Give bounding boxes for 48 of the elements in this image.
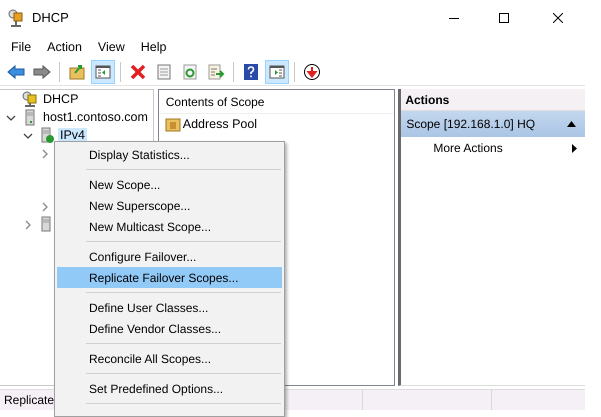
- submenu-arrow-icon: [572, 144, 577, 152]
- menu-item[interactable]: Reconcile All Scopes...: [57, 348, 282, 369]
- menu-item[interactable]: Replicate Failover Scopes...: [57, 267, 282, 288]
- chevron-right-icon[interactable]: [40, 202, 50, 212]
- menu-item[interactable]: Define User Classes...: [57, 297, 282, 318]
- tree-item[interactable]: DHCP: [41, 92, 80, 107]
- toolbar-button[interactable]: [265, 60, 289, 84]
- panel-icon: [94, 62, 112, 80]
- menu-item[interactable]: View: [90, 37, 133, 57]
- export-icon: [207, 62, 225, 80]
- action-link[interactable]: More Actions: [433, 139, 572, 157]
- dhcp-icon: [22, 91, 38, 108]
- delete-icon: [129, 62, 147, 80]
- help-icon: [242, 62, 260, 80]
- maximize-icon: [499, 13, 509, 23]
- toolbar-button[interactable]: [91, 60, 115, 84]
- menu-item[interactable]: New Multicast Scope...: [57, 216, 282, 237]
- menu-item[interactable]: Display Statistics...: [57, 144, 282, 165]
- dhcp-app-icon: [8, 9, 24, 27]
- menu-item[interactable]: File: [3, 37, 40, 57]
- collapse-triangle-icon: [567, 121, 576, 127]
- refresh-icon: [181, 62, 199, 80]
- menu-item[interactable]: Set Predefined Options...: [57, 378, 282, 399]
- close-icon: [553, 13, 563, 23]
- folder-icon: [164, 116, 181, 132]
- download-icon: [303, 62, 321, 80]
- menu-item[interactable]: Configure Failover...: [57, 246, 282, 267]
- forward-arrow-icon: [33, 62, 51, 80]
- actions-section-header[interactable]: Scope [192.168.1.0] HQ: [401, 111, 585, 137]
- window-title: DHCP: [32, 9, 69, 28]
- panel-icon: [268, 62, 286, 80]
- list-item[interactable]: Address Pool: [182, 114, 258, 134]
- tree-item[interactable]: host1.contoso.com: [41, 110, 150, 125]
- chevron-right-icon[interactable]: [40, 148, 50, 158]
- menu-item[interactable]: Action: [39, 37, 90, 57]
- status-text: Replicate: [4, 392, 54, 409]
- actions-title: Actions: [405, 92, 450, 108]
- properties-icon: [155, 62, 173, 80]
- column-header: Contents of Scope: [166, 94, 264, 110]
- menu-item[interactable]: New Superscope...: [57, 195, 282, 216]
- menu-item[interactable]: New Scope...: [57, 174, 282, 195]
- back-arrow-icon: [7, 62, 25, 80]
- chevron-down-icon[interactable]: [6, 112, 16, 122]
- chevron-down-icon[interactable]: [23, 130, 33, 140]
- chevron-right-icon[interactable]: [23, 220, 33, 230]
- menu-item[interactable]: Help: [132, 37, 174, 57]
- folder-icon: [68, 62, 86, 80]
- menu-item[interactable]: Define Vendor Classes...: [57, 318, 282, 339]
